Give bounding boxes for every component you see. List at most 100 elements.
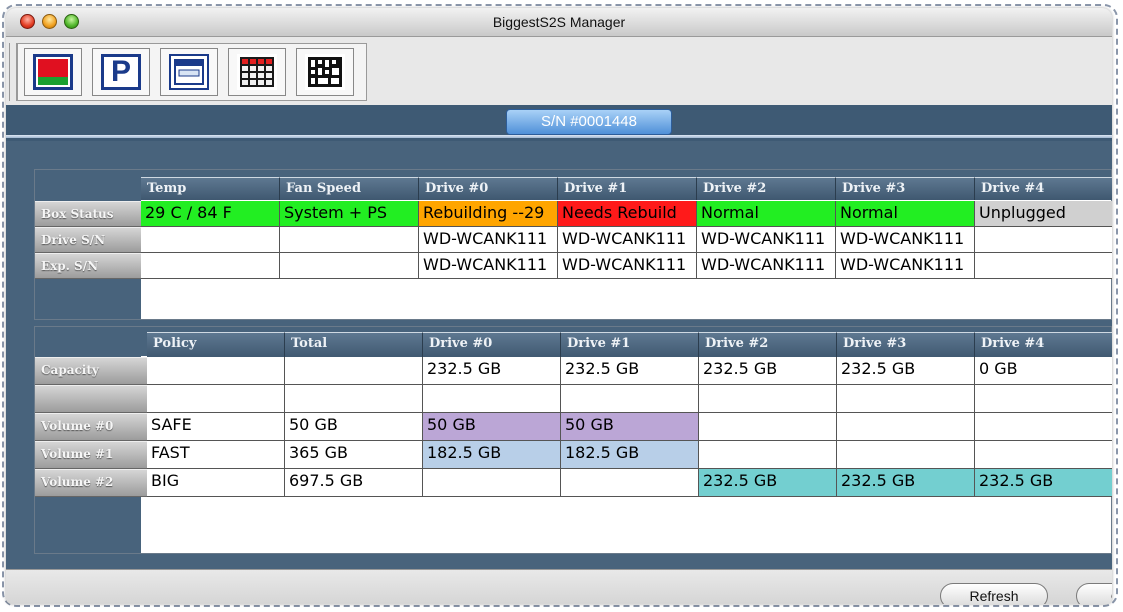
table-cell [561,469,699,497]
table-cell [147,385,285,413]
policy-icon: P [101,54,141,90]
tab-bar-divider [6,135,1112,138]
table-cell [975,253,1112,279]
drive-status-button[interactable] [24,48,82,96]
column-header-policy: Policy [147,332,285,358]
table-cell [975,385,1112,413]
table-cell: 232.5 GB [423,357,561,385]
table-cell [837,385,975,413]
column-header-drive-4: Drive #4 [975,332,1112,358]
table-cell: BIG [147,469,285,497]
table-cell: FAST [147,441,285,469]
row-header-blank [35,385,147,413]
table-cell: WD-WCANK111 [419,227,558,253]
column-header-drive-3: Drive #3 [837,332,975,358]
table-cell: System + PS [280,201,419,227]
table-cell [837,413,975,441]
drive-status-icon [33,54,73,90]
table-cell: 232.5 GB [699,357,837,385]
button-bar: Refresh OK [6,569,1112,604]
table-cell [699,413,837,441]
tab-serial[interactable]: S/N #0001448 [506,109,672,135]
matrix-icon [305,54,345,90]
table-cell [699,385,837,413]
table-cell: Rebuilding --29 [419,201,558,227]
table-cell [141,253,280,279]
table-cell: WD-WCANK111 [697,227,836,253]
table-cell: 232.5 GB [837,469,975,497]
column-header-drive-2: Drive #2 [699,332,837,358]
table-cell: SAFE [147,413,285,441]
table-cell: 232.5 GB [837,357,975,385]
matrix-view-button[interactable] [296,48,354,96]
column-header-total: Total [285,332,423,358]
table-cell: 182.5 GB [561,441,699,469]
grid-icon [237,54,277,90]
table-cell: WD-WCANK111 [697,253,836,279]
column-header-drive-1: Drive #1 [558,177,697,200]
row-header-box-status: Box Status [35,201,141,227]
table-cell: WD-WCANK111 [836,227,975,253]
toolbar: P [6,37,1112,105]
table-cell [699,441,837,469]
row-header-volume-2: Volume #2 [35,469,147,497]
table-cell: WD-WCANK111 [558,253,697,279]
table-cell: Needs Rebuild [558,201,697,227]
table-cell: 182.5 GB [423,441,561,469]
table-cell: 0 GB [975,357,1112,385]
app-window: BiggestS2S Manager P S/N #0001448 Temp F… [6,8,1112,604]
refresh-button[interactable]: Refresh [940,583,1048,604]
table-cell: Unplugged [975,201,1112,227]
window-title: BiggestS2S Manager [492,14,626,30]
table-cell [141,227,280,253]
table-cell: 232.5 GB [975,469,1112,497]
table-cell [837,441,975,469]
table-cell [280,253,419,279]
column-header-drive-1: Drive #1 [561,332,699,358]
column-header-drive-0: Drive #0 [423,332,561,358]
window-icon [169,54,209,90]
column-header-temp: Temp [141,177,280,200]
status-panel: Temp Fan Speed Drive #0 Drive #1 Drive #2 Dri… [34,169,1112,320]
table-cell [280,227,419,253]
table-cell [561,385,699,413]
table-cell: 29 C / 84 F [141,201,280,227]
row-header-drive-s-n: Drive S/N [35,227,141,253]
tab-bar: S/N #0001448 [6,105,1112,141]
table-cell [147,357,285,385]
column-header-fan-speed: Fan Speed [280,177,419,200]
row-header-capacity: Capacity [35,357,147,385]
row-header-exp-s-n: Exp. S/N [35,253,141,279]
table-cell [975,441,1112,469]
ok-button[interactable]: OK [1076,583,1112,604]
table-cell [975,413,1112,441]
column-header-drive-4: Drive #4 [975,177,1112,200]
table-cell: 697.5 GB [285,469,423,497]
table-cell: WD-WCANK111 [836,253,975,279]
table-cell: 365 GB [285,441,423,469]
policy-button[interactable]: P [92,48,150,96]
table-cell [285,385,423,413]
grid-view-button[interactable] [228,48,286,96]
table-cell: 232.5 GB [699,469,837,497]
table-cell: Normal [697,201,836,227]
column-header-drive-3: Drive #3 [836,177,975,200]
column-header-drive-2: Drive #2 [697,177,836,200]
row-header-volume-0: Volume #0 [35,413,147,441]
table-cell: 50 GB [561,413,699,441]
table-cell [285,357,423,385]
toolbar-grip[interactable] [9,43,17,101]
title-bar: BiggestS2S Manager [6,8,1112,37]
table-cell: WD-WCANK111 [419,253,558,279]
window-view-button[interactable] [160,48,218,96]
table-cell: 50 GB [423,413,561,441]
volume-panel: Policy Total Drive #0 Drive #1 Drive #2 Drive… [34,326,1112,554]
main-content: Temp Fan Speed Drive #0 Drive #1 Drive #2 Dri… [6,141,1112,569]
table-cell: Normal [836,201,975,227]
table-cell: WD-WCANK111 [558,227,697,253]
toolbar-buttons: P [17,43,367,101]
table-cell: 50 GB [285,413,423,441]
table-cell [975,227,1112,253]
column-header-drive-0: Drive #0 [419,177,558,200]
table-cell: 232.5 GB [561,357,699,385]
